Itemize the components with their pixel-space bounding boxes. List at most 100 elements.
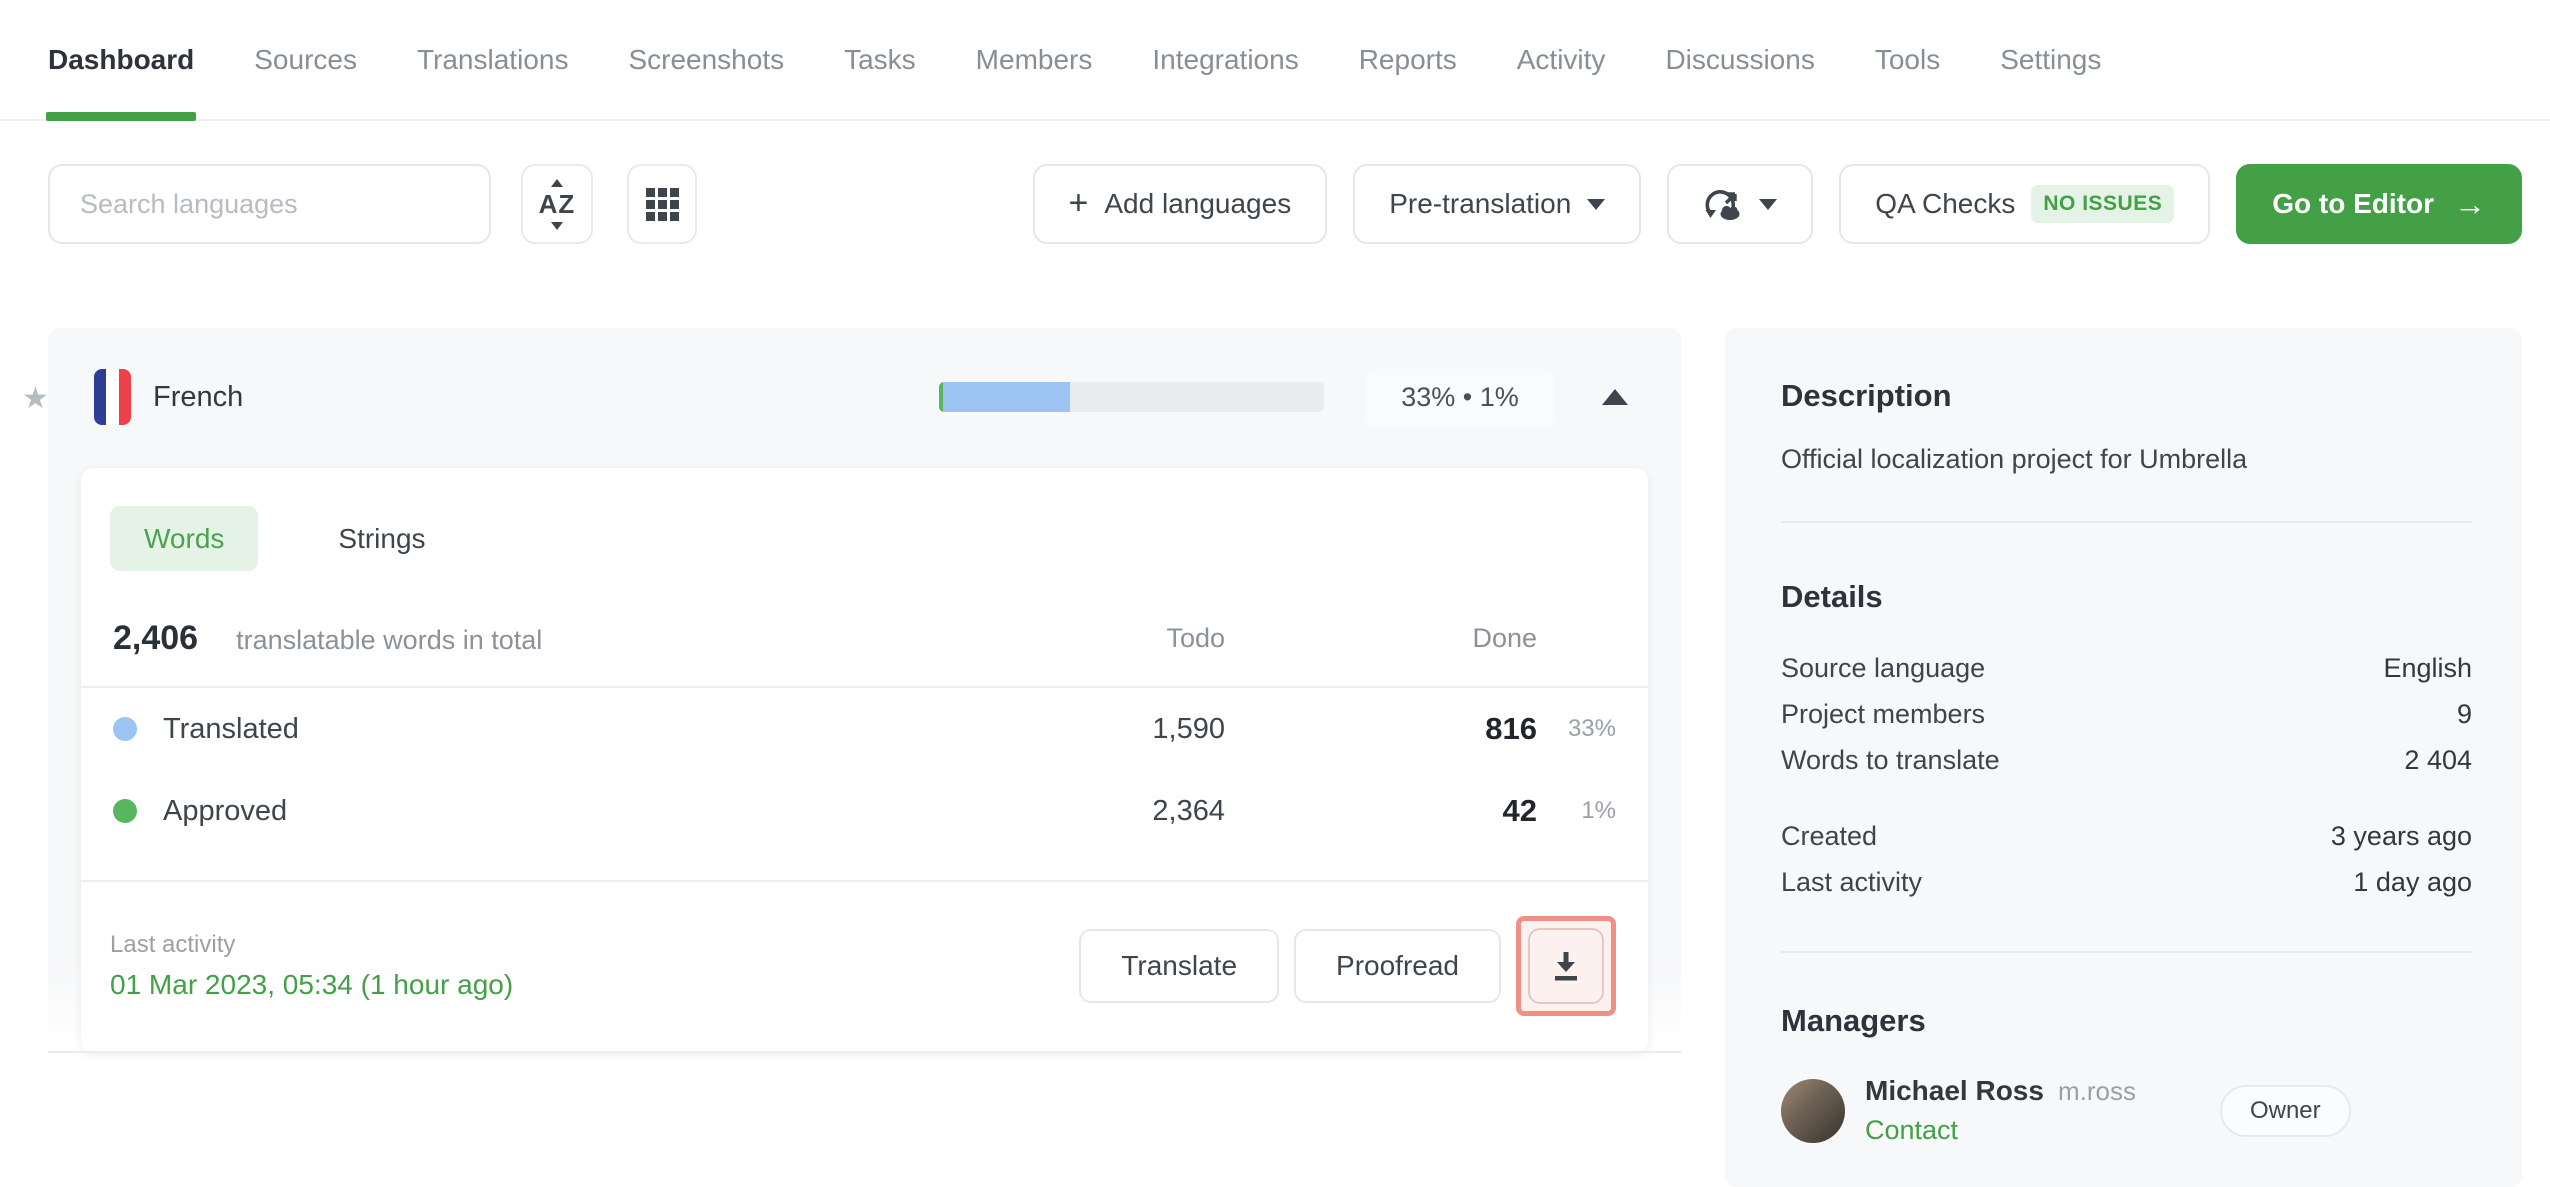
approved-todo-value: 2,364 xyxy=(1152,794,1225,827)
manager-contact-link[interactable]: Contact xyxy=(1865,1115,2136,1146)
approved-percent-value: 1% xyxy=(1581,797,1616,824)
detail-value: 9 xyxy=(2456,699,2472,729)
cloud-sync-icon xyxy=(1705,190,1740,220)
row-label-approved: Approved xyxy=(163,794,288,827)
detail-source-language: Source language English xyxy=(1781,645,2472,691)
tab-translations[interactable]: Translations xyxy=(417,0,568,119)
divider xyxy=(1781,521,2472,523)
detail-value: English xyxy=(2383,653,2472,683)
divider xyxy=(1781,951,2472,953)
detail-value: 2 404 xyxy=(2404,745,2472,775)
manager-name[interactable]: Michael Ross xyxy=(1865,1075,2044,1107)
az-sort-icon: AZ xyxy=(539,178,576,230)
pre-translation-label: Pre-translation xyxy=(1389,188,1572,219)
stats-view-tabs: Words Strings xyxy=(110,506,1616,571)
language-stats-card: Words Strings 2,406 translatable words i… xyxy=(81,468,1648,1053)
tab-sources[interactable]: Sources xyxy=(254,0,357,119)
tab-activity[interactable]: Activity xyxy=(1517,0,1606,119)
detail-value: 1 day ago xyxy=(2353,867,2472,897)
french-flag-icon xyxy=(94,369,131,425)
pre-translation-button[interactable]: Pre-translation xyxy=(1353,164,1642,244)
total-words-value: 2,406 xyxy=(113,619,199,657)
add-languages-label: Add languages xyxy=(1104,188,1292,219)
translated-dot-icon xyxy=(113,717,137,741)
plus-icon: + xyxy=(1068,183,1089,222)
detail-words-to-translate: Words to translate 2 404 xyxy=(1781,737,2472,783)
tab-reports[interactable]: Reports xyxy=(1359,0,1457,119)
main-content: ★ French 33% • 1% Words Strings 2,406 tr… xyxy=(0,328,2550,1187)
tab-screenshots[interactable]: Screenshots xyxy=(628,0,784,119)
progress-percent-chip: 33% • 1% xyxy=(1366,368,1554,426)
tab-members[interactable]: Members xyxy=(976,0,1093,119)
translate-button[interactable]: Translate xyxy=(1079,929,1280,1003)
progress-translated xyxy=(942,382,1070,412)
tab-words[interactable]: Words xyxy=(110,506,259,571)
language-header[interactable]: French 33% • 1% xyxy=(81,368,1648,426)
detail-label: Source language xyxy=(1781,653,1986,683)
owner-badge: Owner xyxy=(2219,1084,2351,1137)
approved-dot-icon xyxy=(113,799,137,823)
qa-checks-button[interactable]: QA Checks NO ISSUES xyxy=(1839,164,2211,244)
last-activity-label: Last activity xyxy=(110,931,236,958)
languages-toolbar: AZ + Add languages Pre-translation xyxy=(0,164,2550,244)
detail-label: Last activity xyxy=(1781,867,1923,897)
detail-project-members: Project members 9 xyxy=(1781,691,2472,737)
stats-header-row: 2,406 translatable words in total Todo D… xyxy=(110,619,1616,658)
machine-translation-button[interactable] xyxy=(1667,164,1814,244)
tab-tools[interactable]: Tools xyxy=(1875,0,1940,119)
add-languages-button[interactable]: + Add languages xyxy=(1032,164,1328,244)
favorite-star-icon[interactable]: ★ xyxy=(22,384,49,414)
sort-button[interactable]: AZ xyxy=(521,164,593,244)
qa-status-badge: NO ISSUES xyxy=(2031,185,2175,223)
collapse-caret-icon[interactable] xyxy=(1602,389,1628,405)
approved-done-value: 42 xyxy=(1502,793,1537,828)
toolbar-actions: + Add languages Pre-translation QA Check… xyxy=(1032,164,2522,244)
translation-progress-bar xyxy=(939,382,1324,412)
project-info-panel: Description Official localization projec… xyxy=(1725,328,2522,1187)
language-card-french: French 33% • 1% Words Strings 2,406 tran… xyxy=(48,328,1681,1053)
card-footer: Last activity 01 Mar 2023, 05:34 (1 hour… xyxy=(110,916,1616,1016)
go-to-editor-button[interactable]: Go to Editor → xyxy=(2236,164,2522,244)
translated-percent-value: 33% xyxy=(1567,715,1616,742)
detail-label: Created xyxy=(1781,821,1878,851)
column-header-done: Done xyxy=(1472,623,1537,653)
table-row-approved: Approved 2,364 42 1% xyxy=(110,770,1616,852)
arrow-right-icon: → xyxy=(2454,186,2486,222)
search-input[interactable] xyxy=(48,164,491,244)
divider xyxy=(81,880,1648,882)
language-name: French xyxy=(153,380,244,413)
detail-label: Project members xyxy=(1781,699,1986,729)
download-icon xyxy=(1555,952,1577,981)
row-label-translated: Translated xyxy=(163,712,299,745)
table-row-translated: Translated 1,590 816 33% xyxy=(110,688,1616,770)
qa-checks-label: QA Checks xyxy=(1875,188,2016,219)
last-activity-link[interactable]: 01 Mar 2023, 05:34 (1 hour ago) xyxy=(110,969,513,1001)
go-to-editor-label: Go to Editor xyxy=(2272,188,2434,219)
description-title: Description xyxy=(1781,378,1952,413)
grid-view-button[interactable] xyxy=(627,164,697,244)
tab-tasks[interactable]: Tasks xyxy=(844,0,916,119)
total-words-caption: translatable words in total xyxy=(236,625,543,655)
download-button[interactable] xyxy=(1528,928,1604,1004)
tab-dashboard[interactable]: Dashboard xyxy=(45,0,197,121)
column-header-todo: Todo xyxy=(1166,623,1225,653)
managers-title: Managers xyxy=(1781,1003,1926,1038)
details-title: Details xyxy=(1781,579,1883,614)
project-nav: Dashboard Sources Translations Screensho… xyxy=(0,0,2550,121)
grid-view-icon xyxy=(645,187,679,221)
tab-discussions[interactable]: Discussions xyxy=(1665,0,1814,119)
manager-list-item: Michael Ross m.ross Contact Owner xyxy=(1781,1075,2472,1146)
proofread-button[interactable]: Proofread xyxy=(1294,929,1501,1003)
manager-avatar[interactable] xyxy=(1781,1078,1845,1143)
detail-last-activity: Last activity 1 day ago xyxy=(1781,859,2472,905)
tab-integrations[interactable]: Integrations xyxy=(1152,0,1298,119)
manager-username: m.ross xyxy=(2057,1076,2136,1106)
tab-settings[interactable]: Settings xyxy=(2000,0,2101,119)
translated-todo-value: 1,590 xyxy=(1152,712,1225,745)
chevron-down-icon xyxy=(1759,198,1778,210)
detail-label: Words to translate xyxy=(1781,745,2000,775)
detail-created: Created 3 years ago xyxy=(1781,813,2472,859)
tab-strings[interactable]: Strings xyxy=(304,506,459,571)
chevron-down-icon xyxy=(1587,198,1606,210)
annotation-highlight-box xyxy=(1516,916,1616,1016)
